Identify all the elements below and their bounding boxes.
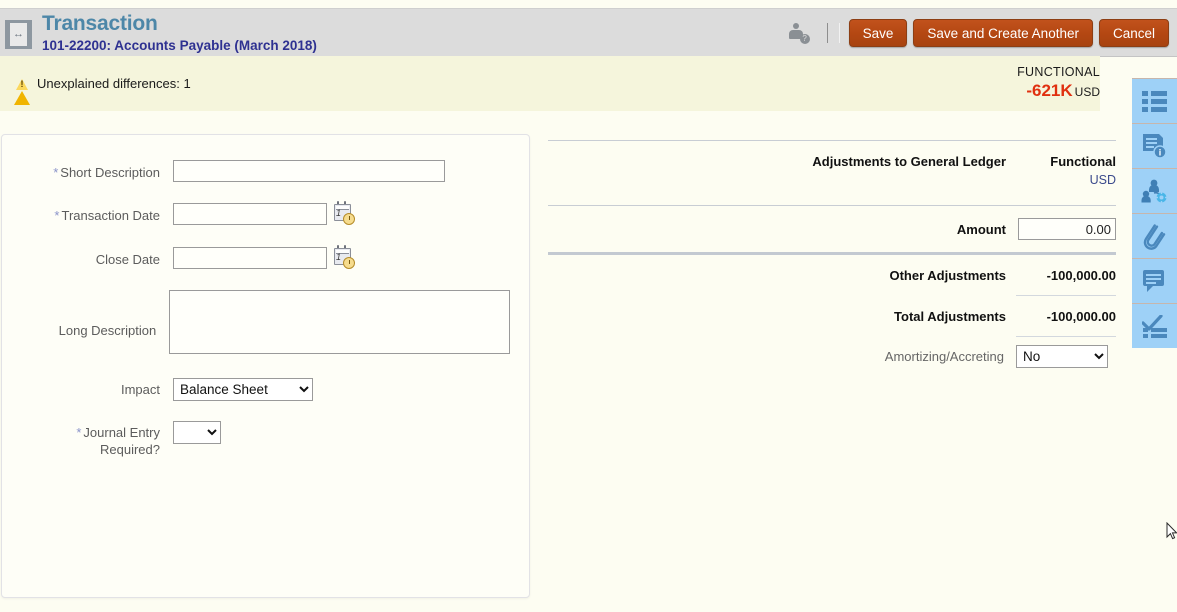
svg-text:i: i — [1159, 148, 1162, 158]
long-description-label: Long Description — [20, 290, 156, 339]
functional-label: FUNCTIONAL — [900, 64, 1100, 80]
total-adjustments-label: Total Adjustments — [566, 309, 1016, 324]
field-close-date: Close Date 1 — [20, 247, 510, 269]
unexplained-differences-text: Unexplained differences: 1 — [37, 76, 191, 91]
functional-amount-value: -621K — [1026, 81, 1072, 100]
amount-label: Amount — [566, 222, 1016, 237]
warning-triangle-icon: ! — [14, 76, 30, 91]
short-description-input[interactable] — [173, 160, 445, 182]
functional-column-header: Functional USD — [1016, 153, 1116, 189]
required-marker: * — [53, 165, 58, 180]
title-block: Transaction 101-22200: Accounts Payable … — [42, 12, 317, 54]
transaction-form-panel: *Short Description *Transaction Date 1 C… — [1, 134, 530, 598]
field-long-description: Long Description — [20, 290, 510, 354]
user-assignment-icon[interactable]: ? — [788, 22, 810, 44]
impact-label: Impact — [20, 378, 160, 398]
amortizing-accreting-cell: No Yes — [1014, 345, 1116, 368]
page-title: Transaction — [42, 12, 317, 36]
transaction-date-calendar-clock-icon[interactable]: 1 — [333, 203, 355, 225]
row-amount: Amount — [548, 206, 1116, 252]
row-total-adjustments: Total Adjustments -100,000.00 — [548, 296, 1116, 336]
adjustments-panel: Adjustments to General Ledger Functional… — [548, 140, 1116, 375]
list-icon[interactable] — [1132, 78, 1177, 123]
save-button[interactable]: Save — [849, 19, 908, 47]
amount-input[interactable] — [1018, 218, 1116, 240]
journal-entry-required-label: *Journal Entry Required? — [20, 421, 160, 458]
close-date-label: Close Date — [20, 247, 160, 268]
page-subtitle: 101-22200: Accounts Payable (March 2018) — [42, 37, 317, 54]
transaction-date-label: *Transaction Date — [20, 203, 160, 224]
field-journal-entry-required: *Journal Entry Required? Yes No — [20, 421, 510, 458]
field-short-description: *Short Description — [20, 160, 510, 182]
user-badge-icon: ? — [800, 34, 810, 44]
header-actions: ? Save Save and Create Another Cancel — [788, 17, 1169, 49]
field-transaction-date: *Transaction Date 1 — [20, 203, 510, 225]
amortizing-accreting-select[interactable]: No Yes — [1016, 345, 1108, 368]
journal-entry-required-select[interactable]: Yes No — [173, 421, 221, 444]
functional-column-currency: USD — [1016, 171, 1116, 189]
close-date-calendar-clock-icon[interactable]: 1 — [333, 247, 355, 269]
functional-column-main: Functional — [1016, 153, 1116, 171]
other-adjustments-label: Other Adjustments — [566, 268, 1016, 283]
unexplained-differences-row: ! Unexplained differences: 1 — [14, 76, 191, 91]
adjustments-header-row: Adjustments to General Ledger Functional… — [548, 141, 1116, 205]
user-head-shape — [793, 23, 799, 29]
adjustments-section-title: Adjustments to General Ledger — [566, 153, 1016, 171]
app-header-bar: ↔ Transaction 101-22200: Accounts Payabl… — [0, 8, 1177, 57]
comment-icon[interactable] — [1132, 258, 1177, 303]
header-divider-light — [839, 23, 840, 43]
other-adjustments-value: -100,000.00 — [1016, 268, 1116, 283]
paperclip-icon[interactable] — [1132, 213, 1177, 258]
collapse-arrows-icon: ↔ — [10, 23, 27, 46]
functional-currency-label: USD — [1075, 85, 1100, 99]
mouse-cursor — [1166, 522, 1177, 541]
field-impact: Impact Balance Sheet Income Statement — [20, 378, 510, 401]
amortizing-accreting-label: Amortizing/Accreting — [564, 349, 1014, 364]
document-info-icon[interactable]: i — [1132, 123, 1177, 168]
close-date-input[interactable] — [173, 247, 327, 269]
panel-collapse-toggle[interactable]: ↔ — [5, 20, 32, 49]
save-and-create-another-button[interactable]: Save and Create Another — [913, 19, 1093, 47]
transaction-date-input[interactable] — [173, 203, 327, 225]
checklist-icon[interactable] — [1132, 303, 1177, 348]
row-other-adjustments: Other Adjustments -100,000.00 — [548, 255, 1116, 295]
header-divider — [827, 23, 828, 43]
side-icon-rail: i — [1132, 78, 1177, 348]
total-adjustments-value: -100,000.00 — [1016, 309, 1116, 324]
short-description-label: *Short Description — [20, 160, 160, 181]
cancel-button[interactable]: Cancel — [1099, 19, 1169, 47]
assign-users-icon[interactable] — [1132, 168, 1177, 213]
long-description-textarea[interactable] — [169, 290, 510, 354]
amount-cell — [1016, 218, 1116, 240]
row-amortizing-accreting: Amortizing/Accreting No Yes — [548, 337, 1116, 375]
functional-summary: FUNCTIONAL -621KUSD — [900, 64, 1100, 102]
impact-select[interactable]: Balance Sheet Income Statement — [173, 378, 313, 401]
functional-amount-row: -621KUSD — [900, 81, 1100, 102]
required-marker: * — [54, 208, 59, 223]
required-marker: * — [76, 425, 81, 440]
